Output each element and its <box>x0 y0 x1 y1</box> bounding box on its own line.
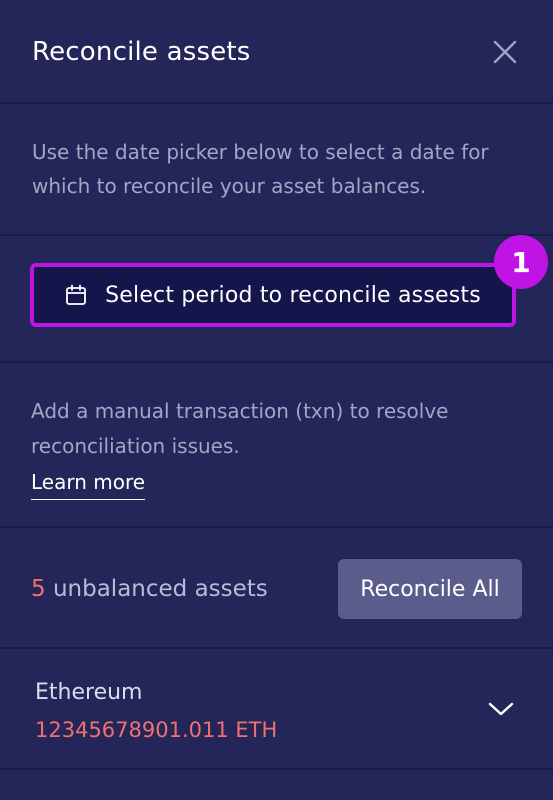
unbalanced-summary: 5 unbalanced assets <box>31 572 268 606</box>
divider <box>0 234 553 236</box>
asset-amount: 12345678901.011 ETH <box>35 718 278 742</box>
chevron-down-icon <box>488 702 514 716</box>
panel-title: Reconcile assets <box>32 37 251 67</box>
divider <box>0 361 553 363</box>
unbalanced-count: 5 <box>31 576 46 602</box>
unbalanced-label: unbalanced assets <box>52 576 268 602</box>
close-icon <box>493 40 517 64</box>
select-period-label: Select period to reconcile assests <box>105 282 481 308</box>
divider <box>0 102 553 104</box>
expand-asset-button[interactable] <box>486 695 516 723</box>
step-badge: 1 <box>494 235 548 289</box>
divider <box>0 768 553 770</box>
intro-text: Use the date picker below to select a da… <box>32 140 489 198</box>
manual-txn-text: Add a manual transaction (txn) to resolv… <box>31 399 449 458</box>
learn-more-link[interactable]: Learn more <box>31 465 146 500</box>
divider <box>0 526 553 528</box>
divider <box>0 647 553 649</box>
reconcile-all-button[interactable]: Reconcile All <box>338 559 522 619</box>
asset-name: Ethereum <box>35 680 143 705</box>
reconcile-assets-panel: Reconcile assets Use the date picker bel… <box>0 0 553 800</box>
close-button[interactable] <box>489 36 521 68</box>
calendar-icon <box>65 284 87 306</box>
select-period-button[interactable]: Select period to reconcile assests <box>30 263 516 327</box>
